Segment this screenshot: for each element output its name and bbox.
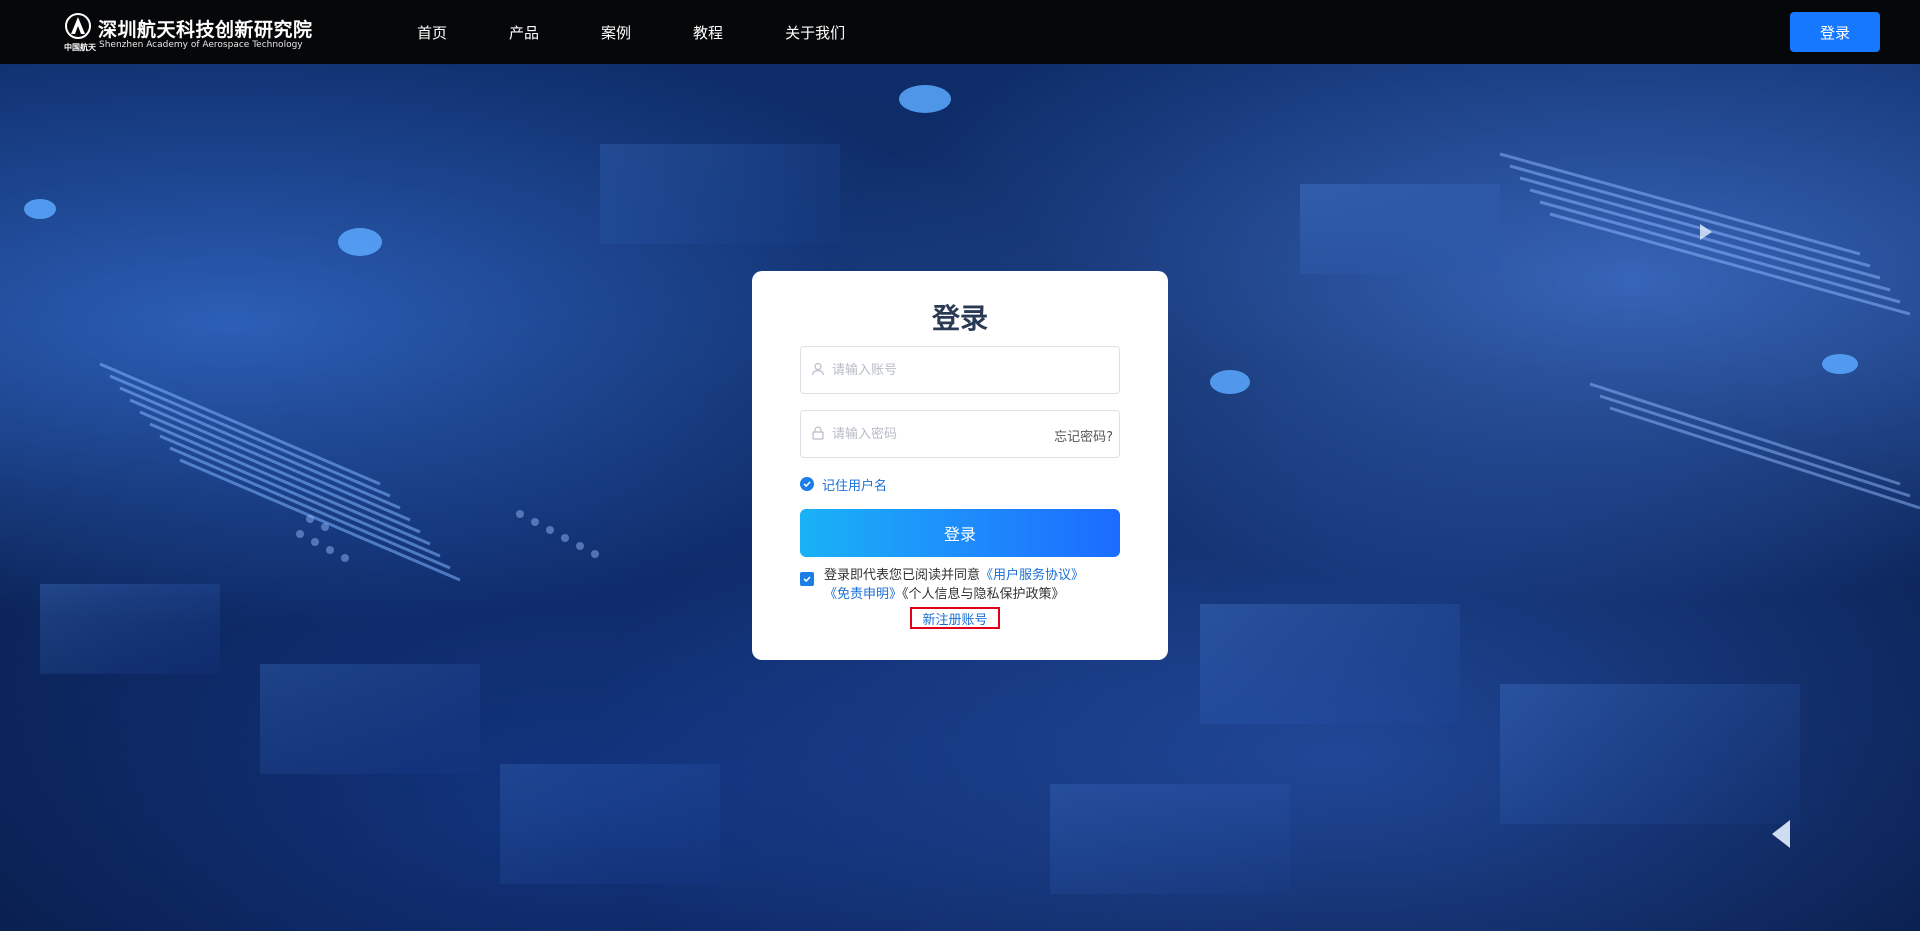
logo-emblem-text: 中国航天 [64,43,96,52]
agreement-checkbox[interactable] [800,572,814,586]
site-logo[interactable]: 中国航天 深圳航天科技创新研究院 Shenzhen Academy of Aer… [60,12,313,54]
password-input[interactable] [832,411,1052,457]
disclaimer-link[interactable]: 《免责申明》 [824,587,902,602]
nav-tutorials[interactable]: 教程 [693,22,723,43]
nav-cases[interactable]: 案例 [601,22,631,43]
password-field[interactable]: 忘记密码? [800,410,1120,458]
agreement-line-1: 登录即代表您已阅读并同意《用户服务协议》 [824,564,1084,583]
main-nav: 首页 产品 案例 教程 关于我们 [417,0,907,64]
agreement-prefix: 登录即代表您已阅读并同意 [824,568,981,583]
remember-username-label: 记住用户名 [822,478,888,494]
account-field[interactable] [800,346,1120,394]
agreement-line-2: 《免责申明》《个人信息与隐私保护政策》 [824,583,1065,602]
login-submit-button[interactable]: 登录 [800,509,1120,557]
nav-about[interactable]: 关于我们 [785,22,845,43]
nav-home[interactable]: 首页 [417,22,447,43]
login-card: 登录 忘记密码? 记住用户名 登录 登录即代表您已阅读并同意《用户服务协议》 《… [752,271,1168,660]
check-icon [800,477,814,491]
service-agreement-link[interactable]: 《用户服务协议》 [980,568,1084,583]
logo-subtitle: Shenzhen Academy of Aerospace Technology [99,40,303,50]
account-input[interactable] [832,347,1052,393]
lock-icon [812,426,824,440]
logo-title: 深圳航天科技创新研究院 [98,19,313,41]
user-icon [811,362,825,376]
remember-username[interactable]: 记住用户名 [800,474,887,494]
register-link[interactable]: 新注册账号 [910,607,1000,629]
header-login-button[interactable]: 登录 [1790,12,1880,52]
forgot-password-link[interactable]: 忘记密码? [1054,426,1113,445]
nav-products[interactable]: 产品 [509,22,539,43]
login-title: 登录 [931,302,988,335]
top-header: 中国航天 深圳航天科技创新研究院 Shenzhen Academy of Aer… [0,0,1920,64]
privacy-policy-link[interactable]: 《个人信息与隐私保护政策》 [902,587,1065,602]
